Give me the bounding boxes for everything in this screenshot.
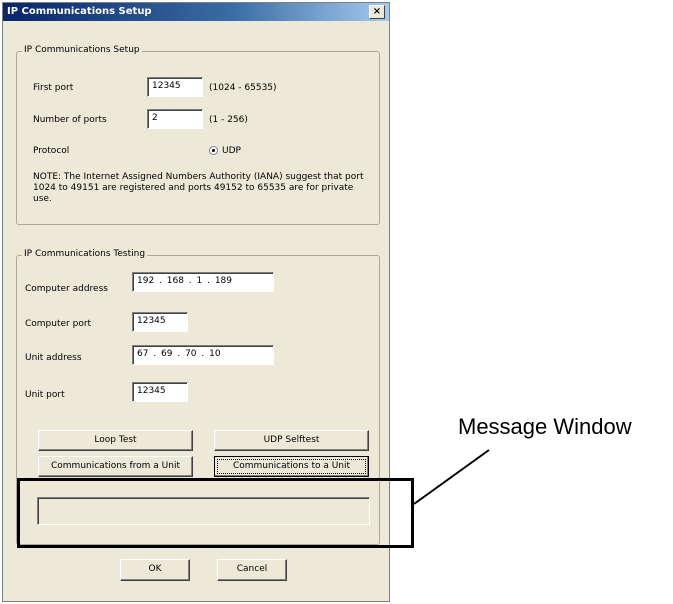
protocol-label: Protocol [33, 146, 70, 156]
setup-group: IP Communications Setup First port 12345… [16, 45, 380, 225]
computer-address-input[interactable]: 192 . 168 . 1 . 189 [132, 272, 274, 292]
dialog-title: IP Communications Setup [7, 6, 152, 17]
first-port-range: (1024 - 65535) [209, 83, 277, 93]
testing-group-title: IP Communications Testing [22, 249, 148, 259]
close-button[interactable]: × [369, 5, 385, 19]
first-port-label: First port [33, 83, 74, 93]
computer-port-label: Computer port [25, 319, 92, 329]
num-ports-range: (1 - 256) [209, 115, 248, 125]
udp-radio[interactable] [209, 146, 218, 155]
loop-test-button[interactable]: Loop Test [38, 430, 193, 451]
udp-selftest-button[interactable]: UDP Selftest [214, 430, 369, 451]
cancel-button[interactable]: Cancel [217, 559, 287, 581]
setup-group-title: IP Communications Setup [22, 45, 142, 55]
comm-to-unit-button[interactable]: Communications to a Unit [214, 456, 369, 477]
ok-button[interactable]: OK [120, 559, 190, 581]
computer-port-input[interactable]: 12345 [132, 312, 188, 332]
computer-address-label: Computer address [25, 284, 108, 294]
unit-port-label: Unit port [25, 390, 65, 400]
comm-from-unit-button[interactable]: Communications from a Unit [38, 456, 193, 477]
udp-radio-label[interactable]: UDP [222, 146, 241, 156]
unit-port-input[interactable]: 12345 [132, 382, 188, 402]
iana-note: NOTE: The Internet Assigned Numbers Auth… [33, 172, 364, 204]
num-ports-label: Number of ports [33, 115, 107, 125]
message-window-highlight [17, 478, 414, 548]
num-ports-input[interactable]: 2 [147, 109, 203, 129]
title-bar[interactable]: IP Communications Setup × [3, 3, 389, 21]
unit-address-input[interactable]: 67 . 69 . 70 . 10 [132, 345, 274, 365]
message-window-callout-label: Message Window [458, 414, 632, 439]
unit-address-label: Unit address [25, 353, 82, 363]
first-port-input[interactable]: 12345 [147, 77, 203, 97]
